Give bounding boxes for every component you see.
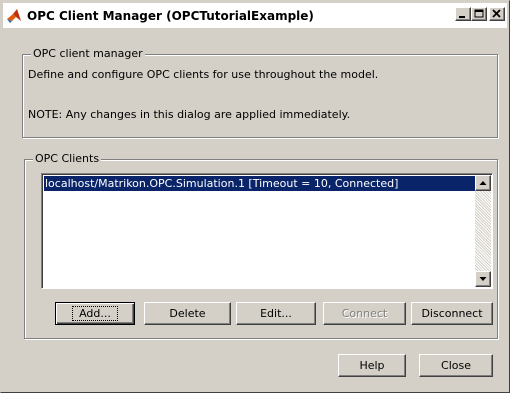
title-bar[interactable]: OPC Client Manager (OPCTutorialExample)	[3, 3, 507, 28]
arrow-up-icon	[479, 181, 487, 185]
arrow-down-icon	[479, 277, 487, 281]
scroll-up-button[interactable]	[475, 175, 491, 191]
group-legend-manager: OPC client manager	[31, 47, 145, 60]
manager-description: Define and configure OPC clients for use…	[28, 68, 379, 81]
window-controls	[455, 7, 505, 21]
close-icon	[492, 9, 501, 18]
add-button-label: Add...	[72, 306, 118, 321]
disconnect-button[interactable]: Disconnect	[411, 302, 493, 325]
opc-clients-list[interactable]: localhost/Matrikon.OPC.Simulation.1 [Tim…	[41, 173, 493, 289]
minimize-icon	[459, 16, 465, 18]
matlab-icon[interactable]	[3, 3, 25, 28]
minimize-button[interactable]	[455, 7, 471, 21]
manager-note: NOTE: Any changes in this dialog are app…	[28, 108, 351, 121]
delete-button[interactable]: Delete	[144, 302, 231, 325]
list-scrollbar[interactable]	[475, 175, 491, 287]
group-legend-clients: OPC Clients	[33, 152, 102, 165]
connect-button[interactable]: Connect	[323, 302, 406, 325]
close-button[interactable]: Close	[419, 354, 493, 377]
window-title: OPC Client Manager (OPCTutorialExample)	[27, 8, 314, 23]
maximize-button[interactable]	[471, 7, 487, 21]
add-button[interactable]: Add...	[55, 302, 135, 325]
maximize-icon	[474, 9, 484, 18]
help-button[interactable]: Help	[338, 354, 406, 377]
opc-client-manager-group: OPC client manager	[22, 47, 498, 138]
list-item[interactable]: localhost/Matrikon.OPC.Simulation.1 [Tim…	[44, 176, 475, 191]
close-window-button[interactable]	[489, 7, 505, 21]
scroll-down-button[interactable]	[475, 271, 491, 287]
edit-button[interactable]: Edit...	[236, 302, 316, 325]
opc-client-manager-dialog: OPC Client Manager (OPCTutorialExample)	[0, 0, 510, 393]
